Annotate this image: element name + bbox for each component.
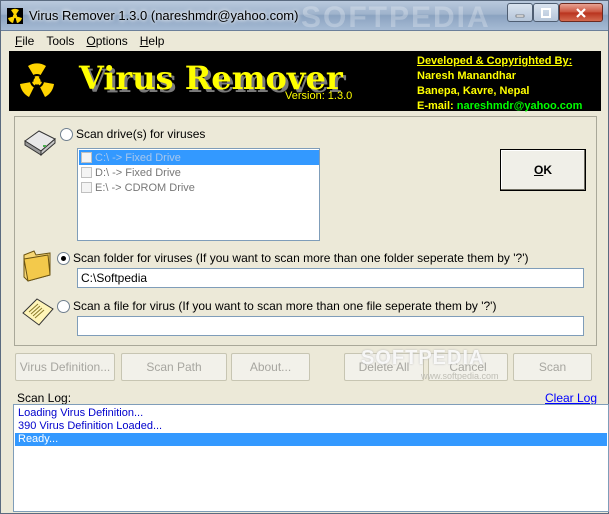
main-window: Virus Remover 1.3.0 (nareshmdr@yahoo.com… <box>0 0 609 514</box>
log-line[interactable]: Ready... <box>15 433 607 446</box>
title-bar[interactable]: Virus Remover 1.3.0 (nareshmdr@yahoo.com… <box>1 1 608 34</box>
drive-item-e[interactable]: E:\ -> CDROM Drive <box>79 180 319 195</box>
drive-item-c[interactable]: C:\ -> Fixed Drive <box>79 150 319 165</box>
folder-path-input[interactable]: C:\Softpedia <box>77 268 584 288</box>
scan-file-radio[interactable] <box>57 300 70 313</box>
log-line[interactable]: 390 Virus Definition Loaded... <box>15 420 607 433</box>
softpedia-watermark-url: www.softpedia.com <box>421 371 499 381</box>
author-email: nareshmdr@yahoo.com <box>456 100 583 112</box>
scan-path-button[interactable]: Scan Path <box>121 353 227 381</box>
drive-checkbox[interactable] <box>81 182 92 193</box>
radiation-hazard-icon <box>20 63 54 97</box>
close-icon <box>576 7 586 18</box>
scan-drives-radio[interactable] <box>60 128 73 141</box>
maximize-button[interactable] <box>533 3 559 22</box>
app-icon <box>7 8 23 24</box>
title-watermark: SOFTPEDIA <box>301 1 491 34</box>
scan-file-label: Scan a file for virus (If you want to sc… <box>73 299 497 313</box>
scan-folder-radio[interactable] <box>57 252 70 265</box>
author-info: Developed & Copyrighted By: Naresh Manan… <box>417 54 599 114</box>
scan-log-list[interactable]: Loading Virus Definition... 390 Virus De… <box>13 404 609 512</box>
scan-log-label: Scan Log: <box>17 391 72 405</box>
author-address: Banepa, Kavre, Nepal <box>417 85 530 97</box>
minimize-button[interactable] <box>507 3 533 22</box>
developed-by: Developed & Copyrighted By: <box>417 55 573 67</box>
scan-button[interactable]: Scan <box>513 353 592 381</box>
about-button[interactable]: About... <box>231 353 310 381</box>
minimize-icon <box>515 14 525 17</box>
log-line[interactable]: Loading Virus Definition... <box>15 407 607 420</box>
folder-icon <box>23 250 51 282</box>
menu-file[interactable]: File <box>9 34 40 48</box>
menu-options[interactable]: Options <box>80 34 133 48</box>
softpedia-watermark: SOFTPEDIA <box>361 347 485 369</box>
banner-version: Version: 1.3.0 <box>285 90 353 102</box>
app-banner: Virus Remover Version: 1.3.0 Developed &… <box>9 51 601 114</box>
drive-item-d[interactable]: D:\ -> Fixed Drive <box>79 165 319 180</box>
scan-options-group: Scan drive(s) for viruses C:\ -> Fixed D… <box>14 116 597 346</box>
maximize-icon <box>541 7 551 18</box>
author-email-row: E-mail: nareshmdr@yahoo.com <box>417 100 583 112</box>
menu-tools[interactable]: Tools <box>40 34 80 48</box>
drive-list[interactable]: C:\ -> Fixed Drive D:\ -> Fixed Drive E:… <box>77 148 320 241</box>
author-name: Naresh Manandhar <box>417 70 517 82</box>
ok-button[interactable]: OK <box>500 149 586 191</box>
virus-definition-button[interactable]: Virus Definition... <box>15 353 115 381</box>
scan-drives-label: Scan drive(s) for viruses <box>76 127 206 141</box>
drive-checkbox[interactable] <box>81 167 92 178</box>
file-path-input[interactable] <box>77 316 584 336</box>
file-icon <box>22 298 54 326</box>
drive-icon <box>24 130 56 157</box>
menu-help[interactable]: Help <box>134 34 171 48</box>
close-button[interactable] <box>559 3 603 22</box>
menu-bar: File Tools Options Help <box>1 31 608 51</box>
window-title: Virus Remover 1.3.0 (nareshmdr@yahoo.com… <box>29 8 299 23</box>
scan-folder-label: Scan folder for viruses (If you want to … <box>73 251 529 265</box>
drive-checkbox[interactable] <box>81 152 92 163</box>
clear-log-link[interactable]: Clear Log <box>545 391 597 405</box>
